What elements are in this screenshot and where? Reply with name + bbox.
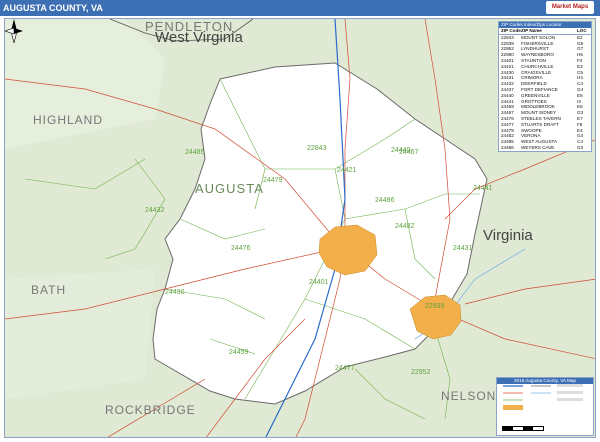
zip-locator-column-headers: ZIP Code ZIP Name LOC (499, 28, 591, 35)
zip-label: 24485 (185, 149, 205, 156)
zip-label: 22939 (425, 303, 445, 310)
map-title-bar: AUGUSTA COUNTY, VA Market Maps (0, 0, 600, 16)
zip-label: 24421 (337, 167, 357, 174)
map-canvas[interactable]: PENDLETON West Virginia HIGHLAND AUGUSTA… (4, 18, 596, 438)
zip-label: 24467 (399, 149, 419, 156)
map-title: AUGUSTA COUNTY, VA (3, 3, 103, 13)
region-label-augusta: AUGUSTA (195, 181, 264, 196)
region-label-nelson: NELSON (441, 389, 497, 403)
scale-bar (502, 426, 544, 431)
zip-label: 24476 (231, 245, 251, 252)
zip-label: 24401 (309, 279, 329, 286)
zip-label: 24477 (335, 365, 355, 372)
map-frame: AUGUSTA COUNTY, VA Market Maps PENDLETON… (0, 0, 600, 442)
zip-name-cell: WEYERS CAVE (521, 144, 555, 150)
region-label-bath: BATH (31, 283, 67, 297)
zip-label: 24430 (165, 289, 185, 296)
region-label-west-virginia: West Virginia (155, 29, 243, 46)
zip-label: 24479 (263, 177, 283, 184)
zip-label: 22952 (411, 369, 431, 376)
column-header-loc: LOC (577, 28, 587, 33)
brand-logo: Market Maps (546, 1, 594, 14)
zip-locator-table: ZIP Codes Index/Zips Locator ZIP Code ZI… (498, 21, 592, 152)
region-label-rockbridge: ROCKBRIDGE (105, 403, 196, 417)
zip-label: 24431 (453, 245, 473, 252)
map-legend-symbols (503, 384, 583, 410)
zip-code-cell: 24486 (501, 144, 514, 150)
zip-label: 24441 (473, 185, 493, 192)
map-legend: 2016 Augusta County, VA Map (496, 377, 594, 436)
column-header-zip-code: ZIP Code (501, 28, 521, 33)
zip-label: 24482 (395, 223, 415, 230)
zip-label: 24459 (229, 349, 249, 356)
region-label-virginia: Virginia (483, 227, 533, 244)
column-header-zip-name: ZIP Name (521, 28, 542, 33)
zip-label: 24486 (375, 197, 395, 204)
north-arrow-icon (5, 19, 23, 43)
zip-label: 22843 (307, 145, 327, 152)
loc-cell: G3 (577, 144, 584, 150)
zip-locator-rows: 22843 MOUNT SOLON E2 22939 FISHERSVILLE G5 229… (499, 35, 591, 151)
zip-locator-row: 24486 WEYERS CAVE G3 (499, 145, 591, 151)
region-label-highland: HIGHLAND (33, 113, 104, 127)
zip-label: 24432 (145, 207, 165, 214)
